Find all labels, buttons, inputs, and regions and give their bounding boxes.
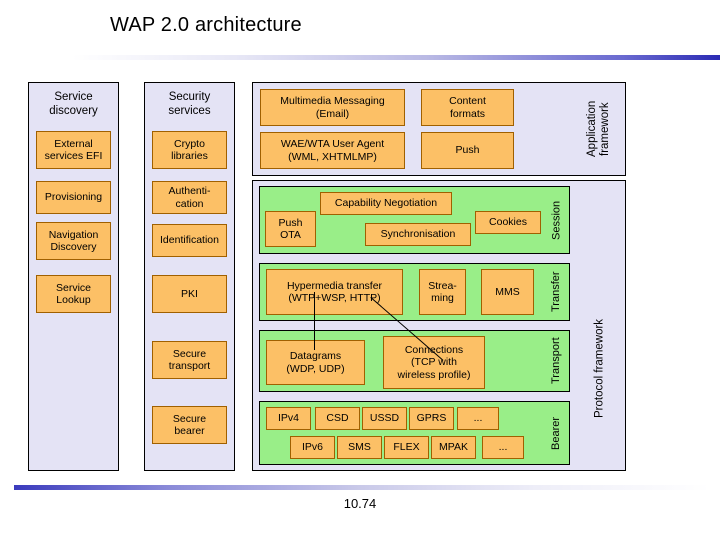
page-title: WAP 2.0 architecture: [110, 14, 302, 36]
application-framework-vertical-label: Application framework: [586, 100, 611, 158]
service-discovery-heading: Service discovery: [49, 91, 98, 117]
connector-hypermedia-to-datagrams: [314, 292, 315, 350]
transport-layer-vertical-label: Transport: [550, 337, 562, 385]
bearer-item-ipv4[interactable]: IPv4: [266, 407, 311, 430]
session-item-capability-negotiation[interactable]: Capability Negotiation: [320, 192, 452, 215]
transport-item-datagrams[interactable]: Datagrams (WDP, UDP): [266, 340, 365, 385]
application-framework-item-content-formats[interactable]: Content formats: [421, 89, 514, 126]
bearer-item-ipv6[interactable]: IPv6: [290, 436, 335, 459]
application-framework-item-multimedia-messaging[interactable]: Multimedia Messaging (Email): [260, 89, 405, 126]
bearer-item-flex[interactable]: FLEX: [384, 436, 429, 459]
security-services-item-secure-bearer[interactable]: Secure bearer: [152, 406, 227, 444]
slide-number: 10.74: [343, 496, 377, 511]
footer-divider-rule: [14, 485, 710, 490]
transport-item-connections[interactable]: Connections (TCP with wireless profile): [383, 336, 485, 389]
bearer-layer-vertical-label: Bearer: [550, 416, 562, 450]
service-discovery-item-navigation-discovery[interactable]: Navigation Discovery: [36, 222, 111, 260]
session-item-cookies[interactable]: Cookies: [475, 211, 541, 234]
bearer-item-csd[interactable]: CSD: [315, 407, 360, 430]
security-services-item-crypto-libraries[interactable]: Crypto libraries: [152, 131, 227, 169]
security-services-heading: Security services: [168, 91, 211, 117]
bearer-item-ussd[interactable]: USSD: [362, 407, 407, 430]
security-services-item-identification[interactable]: Identification: [152, 224, 227, 257]
bearer-item-mpak[interactable]: MPAK: [431, 436, 476, 459]
bearer-item-more-row2[interactable]: ...: [482, 436, 524, 459]
session-item-synchronisation[interactable]: Synchronisation: [365, 223, 471, 246]
transfer-item-streaming[interactable]: Strea- ming: [419, 269, 466, 315]
transfer-item-mms[interactable]: MMS: [481, 269, 534, 315]
service-discovery-item-provisioning[interactable]: Provisioning: [36, 181, 111, 214]
transfer-layer-vertical-label: Transfer: [550, 271, 562, 313]
session-item-push-ota[interactable]: Push OTA: [265, 211, 316, 247]
application-framework-item-wae-wta-user-agent[interactable]: WAE/WTA User Agent (WML, XHTMLMP): [260, 132, 405, 169]
service-discovery-item-service-lookup[interactable]: Service Lookup: [36, 275, 111, 313]
application-framework-item-push[interactable]: Push: [421, 132, 514, 169]
bearer-item-sms[interactable]: SMS: [337, 436, 382, 459]
security-services-item-pki[interactable]: PKI: [152, 275, 227, 313]
bearer-item-gprs[interactable]: GPRS: [409, 407, 454, 430]
session-layer-vertical-label: Session: [550, 200, 563, 240]
title-divider-rule: [72, 55, 720, 60]
security-services-item-authentication[interactable]: Authenti- cation: [152, 181, 227, 214]
bearer-item-more-row1[interactable]: ...: [457, 407, 499, 430]
protocol-framework-vertical-label: Protocol framework: [593, 318, 606, 418]
service-discovery-item-external-services-efi[interactable]: External services EFI: [36, 131, 111, 169]
security-services-item-secure-transport[interactable]: Secure transport: [152, 341, 227, 379]
